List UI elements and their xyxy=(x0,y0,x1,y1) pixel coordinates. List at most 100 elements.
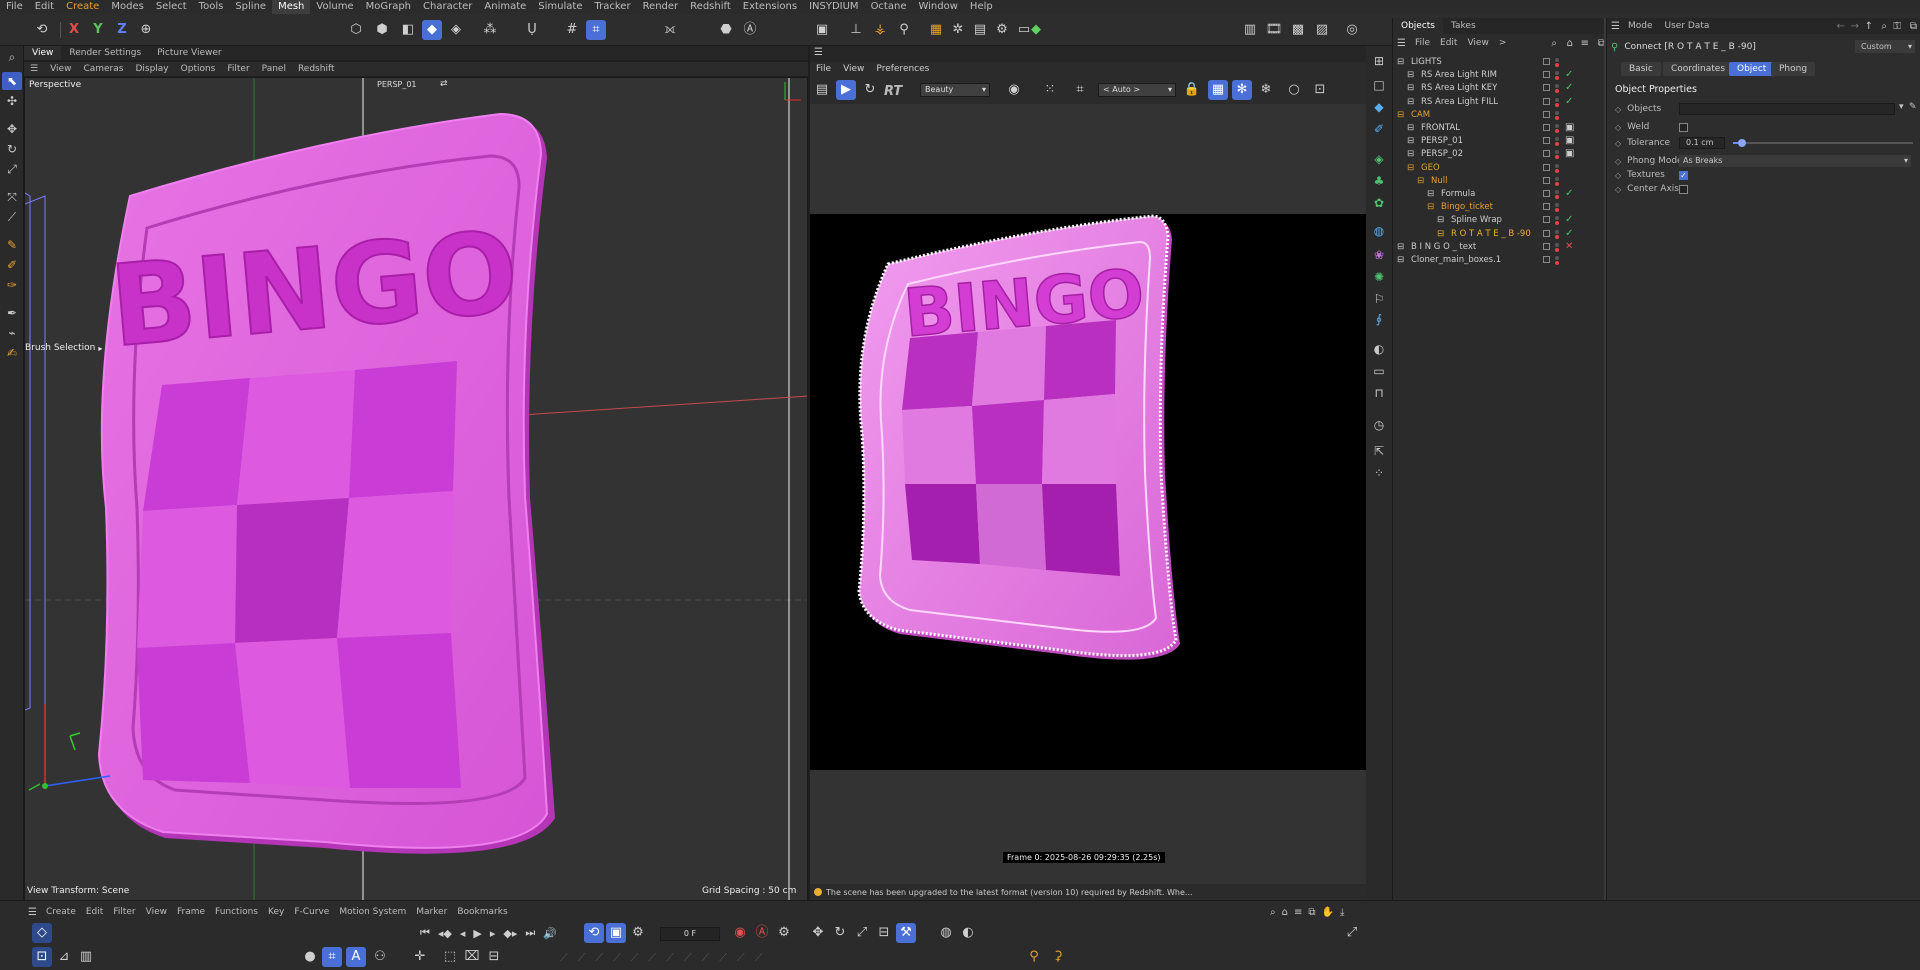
timeline-menu-marker[interactable]: Marker xyxy=(411,907,452,917)
weld-checkbox[interactable] xyxy=(1679,123,1688,132)
play-icon[interactable]: ▶ xyxy=(473,927,481,940)
timeline-menu-bookmarks[interactable]: Bookmarks xyxy=(452,907,512,917)
export-icon[interactable]: ⇱ xyxy=(1369,442,1389,460)
next-key-icon[interactable]: ◆▸ xyxy=(503,927,517,940)
render-settings-icon[interactable]: ▦ xyxy=(926,20,946,40)
download-icon[interactable]: ⤓ xyxy=(1340,907,1344,918)
brush-icon[interactable]: ✎ xyxy=(2,236,22,254)
up-arrow-icon[interactable]: ↑ xyxy=(1865,21,1873,32)
loop-icon[interactable]: ⟲ xyxy=(584,923,604,943)
render-menu-view[interactable]: View xyxy=(837,62,870,76)
null-object-icon[interactable]: ⊞ xyxy=(1369,52,1389,70)
sketch-icon[interactable]: ✍ xyxy=(2,344,22,362)
auto-dropdown[interactable]: < Auto > ▾ xyxy=(1098,83,1176,97)
home-icon[interactable]: ⌂ xyxy=(1567,38,1573,49)
polygons-mode-icon[interactable]: ◧ xyxy=(398,20,418,40)
keyframe-mode-icon[interactable]: ◇ xyxy=(32,923,52,943)
axis-mode-icon[interactable]: ⁂ xyxy=(480,20,500,40)
menu-tools[interactable]: Tools xyxy=(193,0,230,14)
menu-file[interactable]: File xyxy=(0,0,29,14)
spline-pen-icon[interactable]: ⌁ xyxy=(2,324,22,342)
om-menu-edit[interactable]: Edit xyxy=(1435,38,1462,48)
home-icon[interactable]: ⌂ xyxy=(1282,907,1288,918)
pen-spline-icon[interactable]: ✐ xyxy=(1369,120,1389,138)
lock-icon[interactable]: ⚿ xyxy=(1893,21,1901,32)
keyframe-diamond-icon[interactable]: ◇ xyxy=(1615,105,1621,114)
editor-visibility-dot[interactable] xyxy=(1555,176,1559,181)
grid-snap-icon[interactable]: ⌗ xyxy=(586,20,606,40)
keyframe-icon[interactable]: ⊥ xyxy=(846,20,866,40)
field-icon[interactable]: ✺ xyxy=(1369,268,1389,286)
menu-simulate[interactable]: Simulate xyxy=(532,0,588,14)
editor-visibility-dot[interactable] xyxy=(1555,256,1559,260)
scale-tool-icon[interactable]: ⤢ xyxy=(2,160,22,178)
audio-icon[interactable]: 🔊 xyxy=(543,927,557,940)
joint-icon[interactable]: ⚲ xyxy=(894,20,914,40)
marker-add-icon[interactable]: ⚳ xyxy=(1048,947,1068,967)
viewport-menu-redshift[interactable]: Redshift xyxy=(292,62,341,76)
keyframe-diamond-icon[interactable]: ◇ xyxy=(1615,185,1621,194)
sync-icon[interactable]: ⚙ xyxy=(628,923,648,943)
editor-visibility-dot[interactable] xyxy=(1555,242,1559,247)
keyframe-diamond-icon[interactable]: ◇ xyxy=(1615,123,1621,132)
tolerance-field[interactable]: 0.1 cm xyxy=(1679,137,1725,149)
editor-visibility-dot[interactable] xyxy=(1555,124,1559,128)
search-icon[interactable]: ⌕ xyxy=(2,48,22,66)
visibility-check[interactable] xyxy=(1543,229,1550,237)
select-tool-icon[interactable]: ⬉ xyxy=(2,72,22,90)
om-menu-more[interactable]: > xyxy=(1494,38,1512,48)
axis-y-button[interactable]: Y xyxy=(88,20,108,40)
visibility-check[interactable] xyxy=(1543,71,1550,79)
om-menu-view[interactable]: View xyxy=(1462,38,1493,48)
preview-range-icon[interactable]: ▣ xyxy=(606,923,626,943)
crop-icon[interactable]: ⌗ xyxy=(1070,80,1090,100)
editor-visibility-dot[interactable] xyxy=(1555,97,1559,102)
viewport-menu-panel[interactable]: Panel xyxy=(256,62,292,76)
attr-mode-menu[interactable]: Mode xyxy=(1624,21,1657,31)
knife-icon[interactable]: ⟋ xyxy=(2,208,22,226)
undo-icon[interactable]: ⟲ xyxy=(32,20,52,40)
deformer-icon[interactable]: ◍ xyxy=(1369,222,1389,240)
current-frame-field[interactable]: 0 F xyxy=(660,927,720,941)
editor-visibility-dot[interactable] xyxy=(1555,71,1559,76)
editor-visibility-dot[interactable] xyxy=(1555,229,1559,234)
lock-icon[interactable]: 🔒 xyxy=(1182,80,1202,100)
render-view-icon[interactable]: ▤ xyxy=(970,20,990,40)
key-options-icon[interactable]: ⚙ xyxy=(774,923,794,943)
tolerance-slider[interactable] xyxy=(1733,139,1913,147)
phong-mode-dropdown[interactable]: As Breaks ▾ xyxy=(1679,155,1911,167)
tab-objects[interactable]: Objects xyxy=(1393,18,1444,34)
search-icon[interactable]: ⌕ xyxy=(1551,38,1557,49)
scatter-icon[interactable]: ⁘ xyxy=(1369,464,1389,482)
range-icon[interactable]: ⊟ xyxy=(484,947,504,967)
axis-x-button[interactable]: X xyxy=(64,20,84,40)
hand-icon[interactable]: ✋ xyxy=(1322,907,1334,918)
visibility-check[interactable] xyxy=(1543,84,1550,92)
move-tool-icon[interactable]: ✥ xyxy=(2,120,22,138)
fcurve-icon[interactable]: ⊿ xyxy=(54,947,74,967)
person-icon[interactable]: ⚇ xyxy=(370,947,390,967)
go-to-start-icon[interactable]: ⏮ xyxy=(420,926,430,940)
attr-tab-coordinates[interactable]: Coordinates xyxy=(1663,62,1734,76)
array-icon[interactable]: ♣ xyxy=(1369,172,1389,190)
attr-user-data-menu[interactable]: User Data xyxy=(1657,21,1718,31)
om-menu-file[interactable]: File xyxy=(1410,38,1435,48)
live-select-icon[interactable]: ✣ xyxy=(2,92,22,110)
hamburger-icon[interactable]: ☰ xyxy=(24,62,44,76)
circle-icon[interactable]: ○ xyxy=(1284,80,1304,100)
light-icon[interactable]: ◐ xyxy=(1369,340,1389,358)
picture-viewer-icon[interactable]: ⚙ xyxy=(992,20,1012,40)
symmetry-icon[interactable]: ⟗ xyxy=(660,20,680,40)
menu-character[interactable]: Character xyxy=(417,0,478,14)
hamburger-icon[interactable]: ☰ xyxy=(814,47,823,58)
visibility-check[interactable] xyxy=(1543,150,1550,158)
back-arrow-icon[interactable]: ← xyxy=(1837,21,1845,32)
tab-render-settings[interactable]: Render Settings xyxy=(61,46,149,60)
viewport-menu-cameras[interactable]: Cameras xyxy=(77,62,129,76)
menu-edit[interactable]: Edit xyxy=(29,0,60,14)
dope-sheet-icon[interactable]: ⊡ xyxy=(32,947,52,967)
motion-icon[interactable]: ◐ xyxy=(958,923,978,943)
uv-mode-icon[interactable]: ◈ xyxy=(446,20,466,40)
hierarchy-icon[interactable]: ⌗ xyxy=(322,947,342,967)
snowflake-outline-icon[interactable]: ❄ xyxy=(1256,80,1276,100)
